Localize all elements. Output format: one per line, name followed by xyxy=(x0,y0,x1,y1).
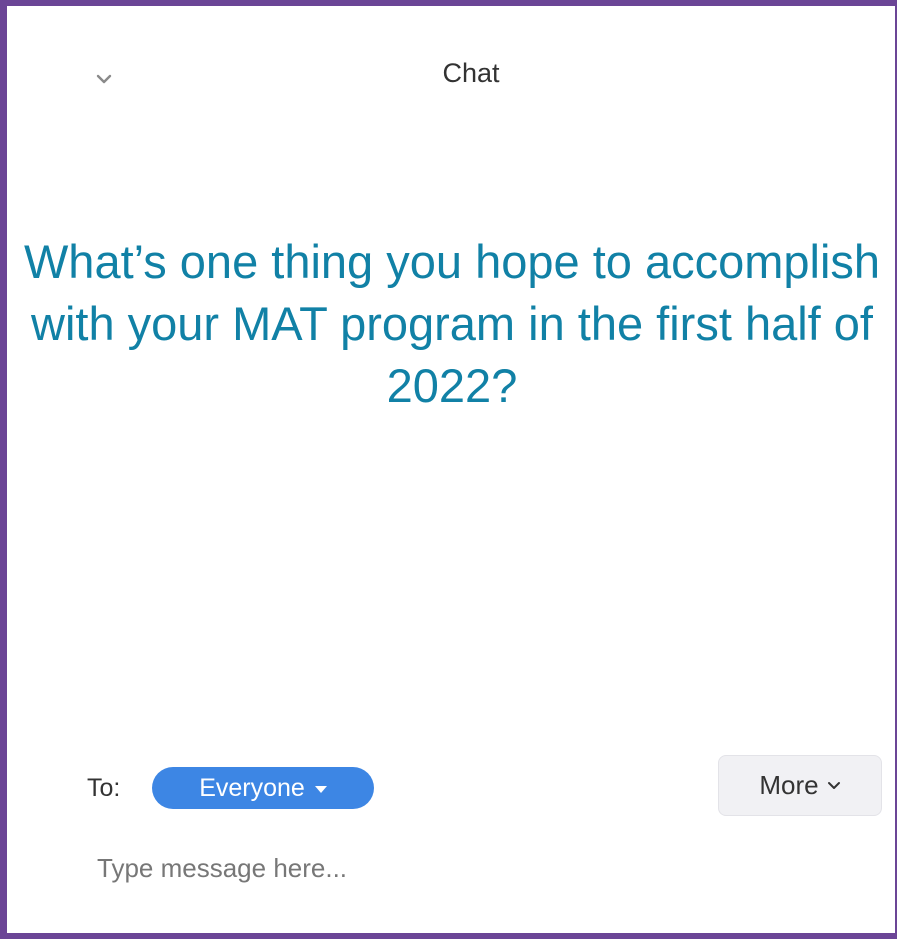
message-input[interactable] xyxy=(85,847,875,889)
to-label: To: xyxy=(87,774,121,802)
more-label: More xyxy=(759,770,819,800)
question-text: What’s one thing you hope to accomplish … xyxy=(23,235,881,412)
caret-down-icon xyxy=(314,785,327,793)
recipient-label: Everyone xyxy=(199,773,305,802)
chevron-down-icon xyxy=(827,782,840,789)
recipient-dropdown[interactable]: Everyone xyxy=(152,767,374,809)
chat-panel: Chat What’s one thing you hope to accomp… xyxy=(0,0,897,939)
chat-header: Chat xyxy=(7,6,895,156)
more-button[interactable]: More xyxy=(718,755,882,816)
chat-title: Chat xyxy=(442,58,500,88)
